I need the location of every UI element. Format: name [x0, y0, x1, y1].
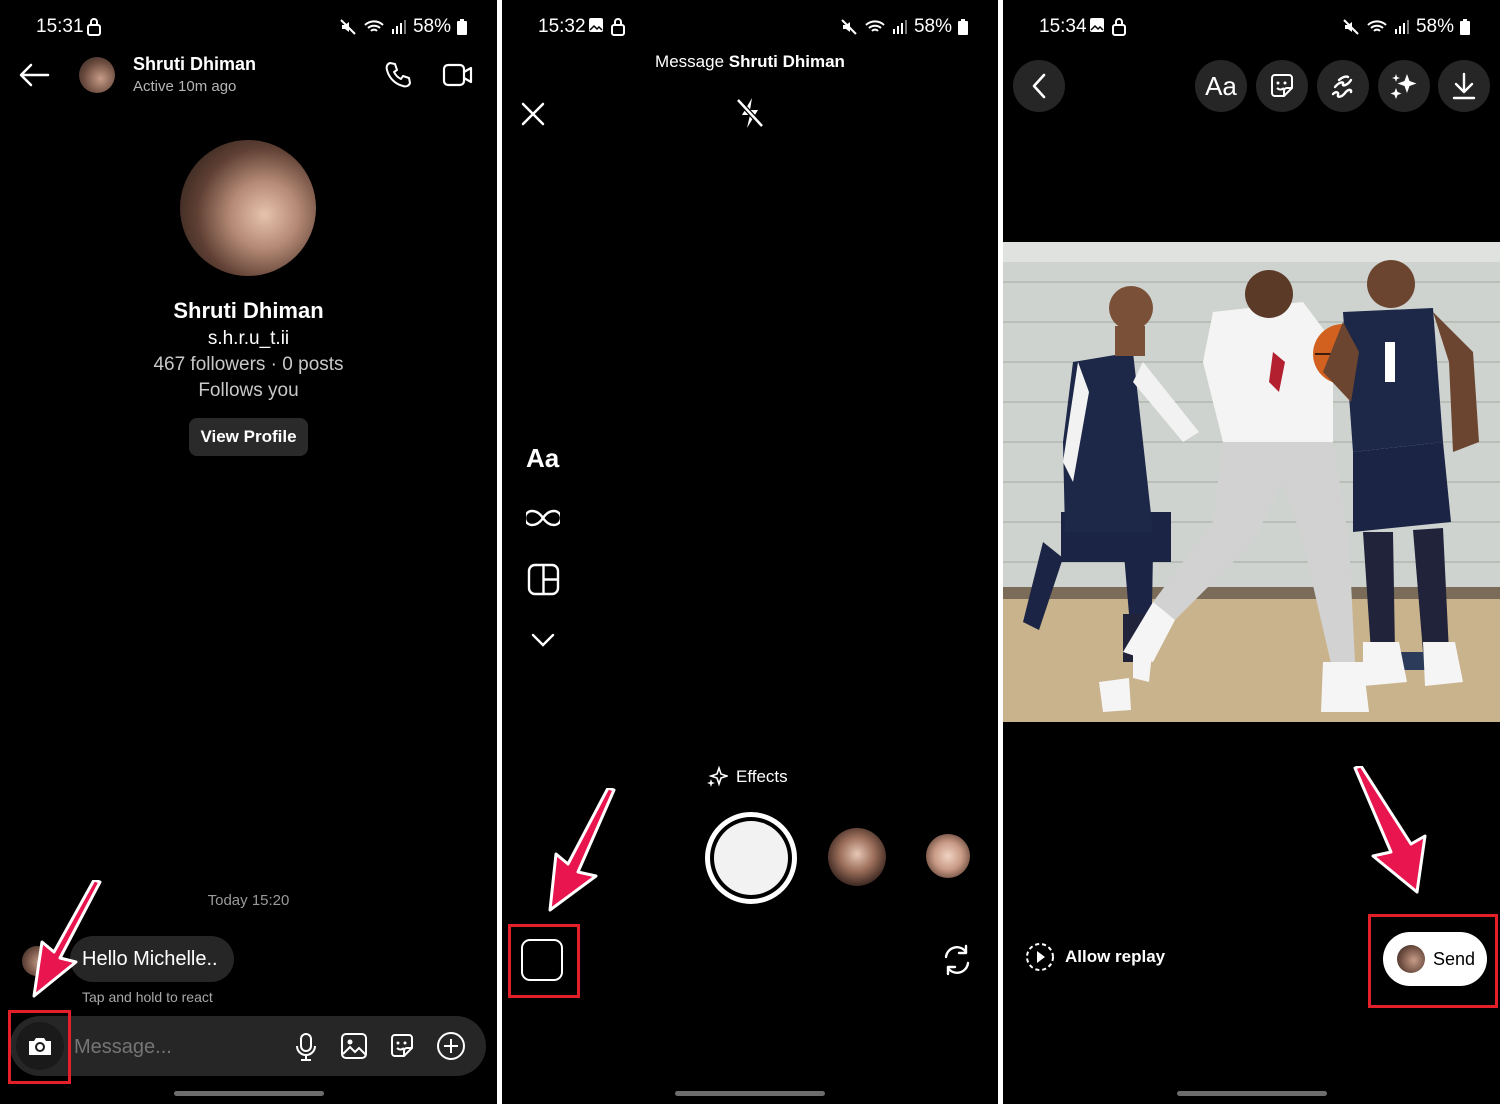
camera-screen: 15:32 58% Message Shruti Dhiman Aa Effec…	[502, 0, 998, 1104]
effect-preview-1[interactable]	[828, 828, 886, 886]
scribble-icon	[1331, 75, 1353, 98]
pointer-arrow-icon	[32, 880, 102, 998]
sparkle-icon	[707, 766, 728, 787]
avatar[interactable]	[79, 57, 115, 93]
captured-photo	[1003, 242, 1500, 722]
signal-icon	[892, 20, 908, 34]
download-icon	[1452, 72, 1476, 100]
sticker-icon[interactable]	[388, 1032, 416, 1060]
back-arrow-icon[interactable]	[18, 62, 50, 88]
microphone-icon[interactable]	[293, 1032, 319, 1062]
battery-text: 58%	[412, 16, 451, 37]
text-tool-button[interactable]: Aa	[1195, 60, 1247, 112]
gallery-icon[interactable]	[340, 1032, 368, 1060]
home-indicator	[675, 1091, 825, 1096]
sparkles-icon	[1390, 74, 1417, 99]
camera-title-prefix: Message	[655, 52, 725, 71]
lock-icon	[610, 17, 626, 37]
sticker-button[interactable]	[1256, 60, 1308, 112]
camera-title-name: Shruti Dhiman	[728, 52, 845, 71]
effects-button[interactable]: Effects	[706, 766, 788, 788]
battery-icon	[457, 19, 467, 35]
mute-icon	[840, 18, 858, 36]
shutter-button[interactable]	[705, 812, 797, 904]
pointer-arrow-icon	[548, 788, 616, 912]
follows-you-label: Follows you	[198, 380, 299, 401]
highlight-box	[8, 1010, 71, 1084]
draw-button[interactable]	[1317, 60, 1369, 112]
signal-icon	[1394, 20, 1410, 34]
back-button[interactable]	[1013, 60, 1065, 112]
create-text-tool[interactable]: Aa	[526, 443, 559, 474]
replay-icon	[1026, 943, 1054, 971]
pointer-arrow-icon	[1353, 766, 1427, 894]
battery-text: 58%	[913, 16, 952, 37]
header-name[interactable]: Shruti Dhiman	[133, 54, 256, 75]
download-button[interactable]	[1438, 60, 1490, 112]
allow-replay-toggle[interactable]: Allow replay	[1025, 942, 1165, 972]
camera-title: Message Shruti Dhiman	[502, 52, 998, 72]
battery-icon	[1460, 19, 1470, 35]
wifi-icon	[864, 19, 886, 35]
view-profile-button[interactable]: View Profile	[189, 418, 308, 456]
status-time: 15:32	[538, 16, 586, 37]
chevron-down-icon[interactable]	[531, 632, 555, 648]
phone-icon[interactable]	[383, 60, 413, 90]
status-bar: 15:31 58%	[0, 14, 497, 42]
chat-screen: 15:31 58% Shruti Dhiman Active 10m ago S…	[0, 0, 497, 1104]
sticker-icon	[1271, 74, 1293, 97]
effect-preview-2[interactable]	[926, 834, 970, 878]
mute-icon	[1342, 18, 1360, 36]
status-bar: 15:32 58%	[502, 14, 998, 42]
edit-send-screen: 15:34 58% Aa Allow replay Send	[1003, 0, 1500, 1104]
boomerang-icon[interactable]	[526, 508, 560, 528]
status-time: 15:31	[36, 16, 84, 37]
status-time: 15:34	[1039, 16, 1087, 37]
home-indicator	[173, 1091, 324, 1096]
wifi-icon	[1366, 19, 1388, 35]
plus-icon[interactable]	[436, 1031, 466, 1061]
status-bar: 15:34 58%	[1003, 14, 1500, 42]
image-icon	[1089, 17, 1105, 33]
layout-icon[interactable]	[527, 563, 560, 596]
profile-username: s.h.r.u_t.ii	[207, 328, 290, 349]
profile-name: Shruti Dhiman	[173, 298, 324, 323]
lock-icon	[1111, 17, 1127, 37]
profile-stats: 467 followers · 0 posts	[153, 354, 344, 375]
close-icon[interactable]	[520, 101, 546, 127]
effects-tool-button[interactable]	[1378, 60, 1430, 112]
highlight-box	[1368, 914, 1498, 1008]
battery-text: 58%	[1415, 16, 1454, 37]
lock-icon	[86, 17, 102, 37]
signal-icon	[391, 20, 407, 34]
image-icon	[588, 17, 604, 33]
allow-replay-label: Allow replay	[1065, 947, 1166, 966]
video-call-icon[interactable]	[442, 62, 474, 88]
effects-label: Effects	[736, 767, 788, 786]
profile-picture[interactable]	[180, 140, 316, 276]
battery-icon	[958, 19, 968, 35]
active-status: Active 10m ago	[133, 78, 237, 95]
highlight-box	[508, 924, 580, 998]
message-input[interactable]	[72, 1030, 276, 1064]
chevron-left-icon	[1032, 73, 1046, 99]
flash-off-icon[interactable]	[734, 96, 766, 130]
mute-icon	[339, 18, 357, 36]
flip-camera-icon[interactable]	[942, 944, 972, 976]
wifi-icon	[363, 19, 385, 35]
home-indicator	[1176, 1091, 1327, 1096]
